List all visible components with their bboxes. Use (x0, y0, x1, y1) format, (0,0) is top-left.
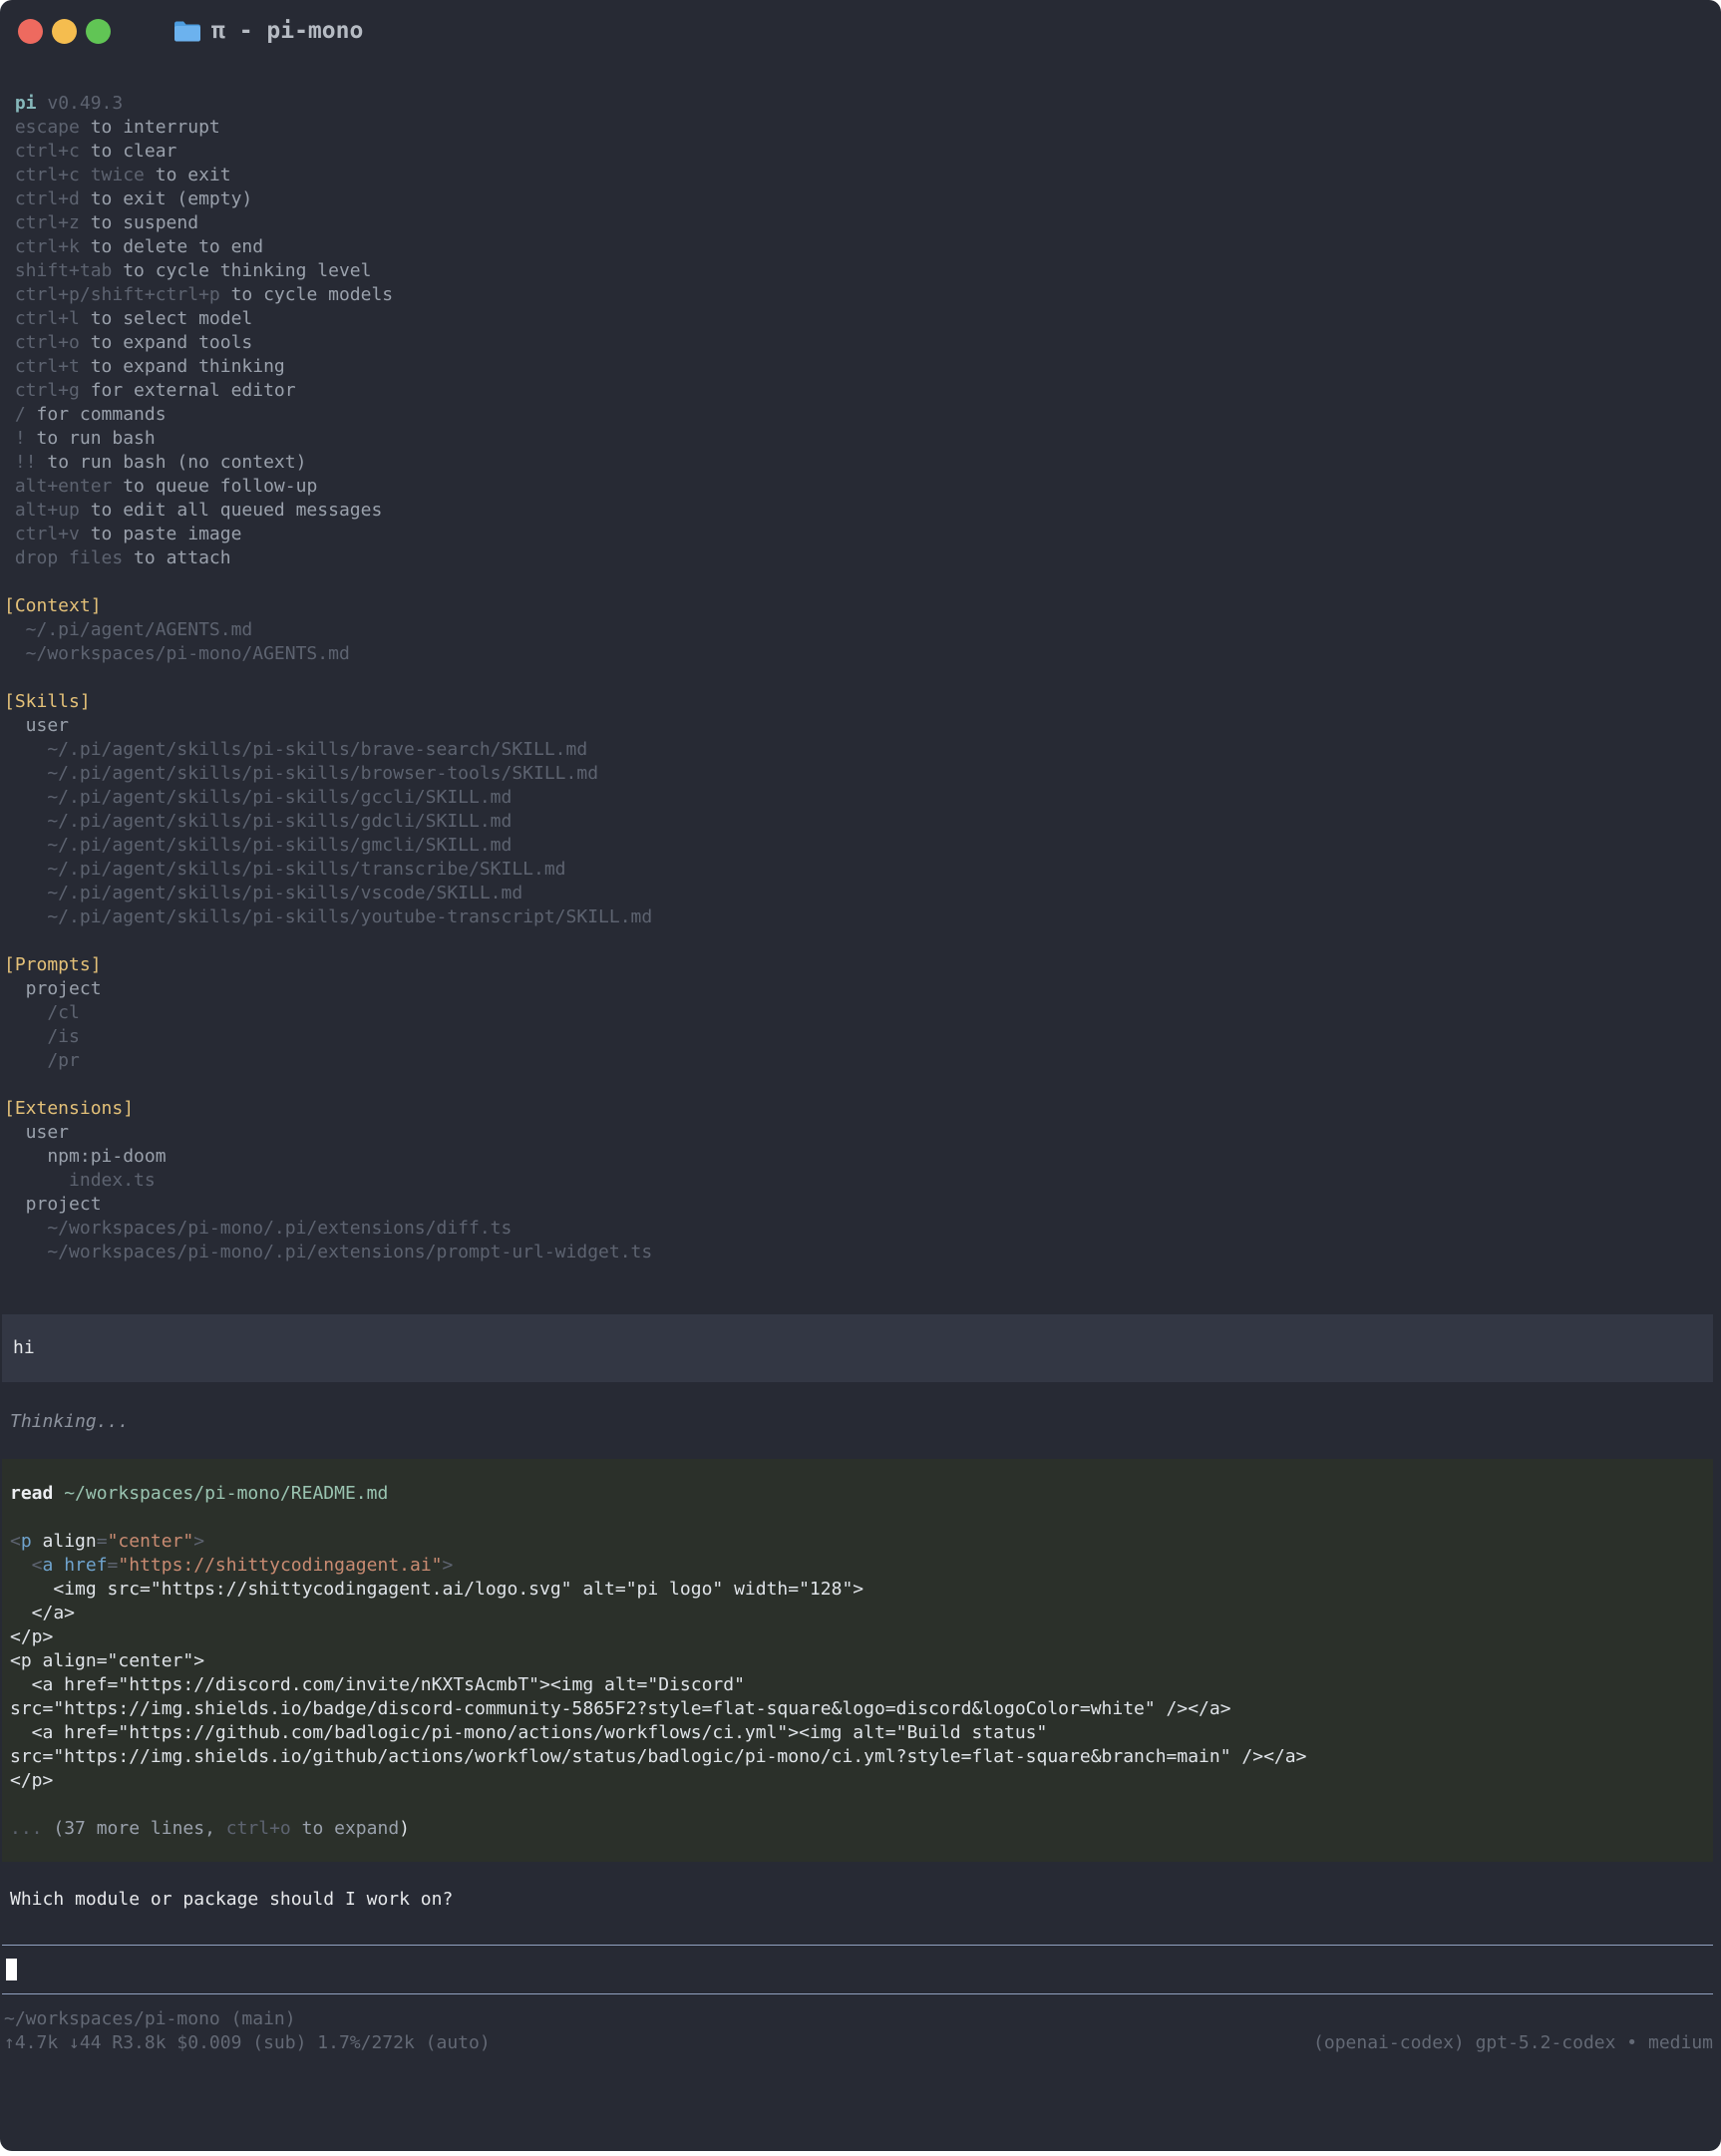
user-message-text: hi (13, 1336, 1713, 1360)
tool-call-read-block: read ~/workspaces/pi-mono/README.md <p a… (2, 1459, 1713, 1862)
cwd-branch: ~/workspaces/pi-mono (main) (4, 2007, 1713, 2031)
folder-icon (173, 20, 201, 43)
user-message-box: hi (2, 1314, 1713, 1382)
minimize-window-button[interactable] (52, 19, 77, 44)
titlebar: π - pi-mono (0, 0, 1721, 62)
terminal-window: π - pi-mono pi v0.49.3 escape to interru… (0, 0, 1721, 2151)
close-window-button[interactable] (18, 19, 43, 44)
status-bar: ~/workspaces/pi-mono (main) ↑4.7k ↓44 R3… (4, 2007, 1713, 2055)
window-title: π - pi-mono (211, 19, 363, 43)
zoom-window-button[interactable] (86, 19, 111, 44)
prompt-input[interactable] (2, 1945, 1713, 1994)
token-stats: ↑4.7k ↓44 R3.8k $0.009 (sub) 1.7%/272k (… (4, 2031, 491, 2055)
model-info: (openai-codex) gpt-5.2-codex • medium (1313, 2031, 1713, 2055)
assistant-question: Which module or package should I work on… (10, 1888, 1721, 1912)
session-help-and-config: pi v0.49.3 escape to interrupt ctrl+c to… (0, 62, 1721, 1264)
text-cursor (6, 1959, 17, 1980)
thinking-indicator: Thinking... (10, 1410, 1721, 1434)
